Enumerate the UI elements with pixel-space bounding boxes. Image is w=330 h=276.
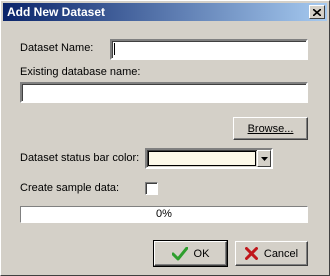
chevron-down-icon [260, 156, 268, 161]
status-color-label: Dataset status bar color: [20, 152, 140, 164]
progress-percent-text: 0% [156, 208, 172, 220]
browse-button-label: Browse... [247, 122, 294, 135]
color-swatch [148, 151, 256, 166]
x-mark-icon [244, 247, 258, 260]
cancel-button-label: Cancel [263, 247, 299, 260]
sample-data-checkbox[interactable] [145, 182, 158, 195]
text-caret [114, 43, 115, 55]
cancel-button[interactable]: Cancel [235, 241, 308, 266]
dataset-name-label: Dataset Name: [20, 42, 94, 54]
close-button[interactable] [309, 5, 325, 19]
checkmark-icon [171, 246, 188, 260]
title-bar[interactable]: Add New Dataset [3, 3, 327, 21]
ok-button-label: OK [193, 247, 210, 260]
dialog-title: Add New Dataset [7, 5, 106, 19]
dataset-name-field-frame[interactable] [110, 39, 308, 60]
ok-button[interactable]: OK [153, 240, 228, 267]
dataset-name-input[interactable] [112, 41, 306, 58]
status-color-combobox[interactable] [145, 148, 273, 169]
close-x-icon [313, 8, 321, 16]
combobox-dropdown-button[interactable] [257, 150, 271, 167]
sample-data-label: Create sample data: [20, 182, 120, 194]
progress-bar: 0% [20, 206, 308, 223]
existing-db-label: Existing database name: [20, 66, 141, 78]
add-dataset-dialog: Add New Dataset Dataset Name: Existing d… [0, 0, 330, 276]
existing-db-input[interactable] [22, 84, 306, 101]
existing-db-field-frame[interactable] [20, 82, 308, 103]
browse-button[interactable]: Browse... [233, 117, 308, 140]
